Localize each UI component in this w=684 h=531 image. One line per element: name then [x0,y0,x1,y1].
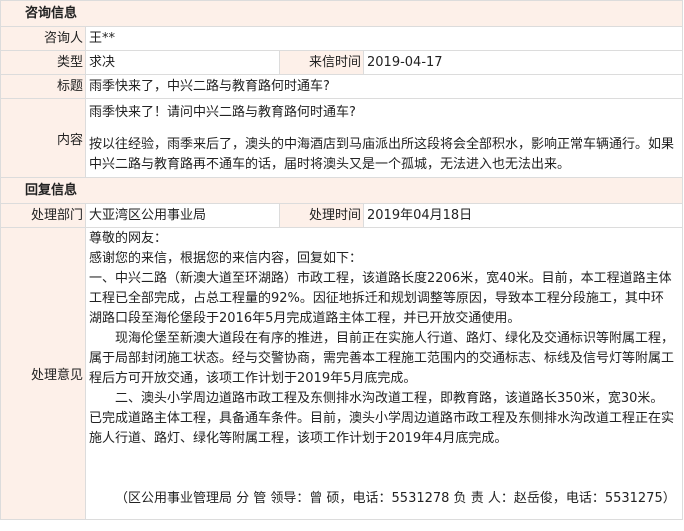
requester-value: 王** [86,27,683,50]
time-label: 处理时间 [280,204,364,227]
content-label: 内容 [1,99,86,177]
reply-paragraph-1: 一、中兴二路（新澳大道至环湖路）市政工程，该道路长度2206米，宽40米。目前，… [89,271,672,326]
reply-thanks: 感谢您的来信，根据您的来信内容，回复如下： [89,251,363,266]
content-row: 内容 雨季快来了！请问中兴二路与教育路何时通车? 按以往经验，雨季来后了，澳头的… [1,99,683,178]
inquiry-table: 咨询信息 咨询人 王** 类型 求决 来信时间 2019-04-17 标题 雨季… [0,0,683,520]
type-value: 求决 [86,51,280,74]
dept-value: 大亚湾区公用事业局 [86,204,280,227]
consult-section-title: 咨询信息 [1,1,683,26]
content-paragraph-2: 按以往经验，雨季来后了，澳头的中海酒店到马庙派出所这段将会全部积水，影响正常车辆… [89,137,675,172]
reply-section-header: 回复信息 [1,178,683,204]
type-label: 类型 [1,51,86,74]
time-value: 2019年04月18日 [364,204,683,227]
content-value: 雨季快来了！请问中兴二路与教育路何时通车? 按以往经验，雨季来后了，澳头的中海酒… [86,99,683,177]
title-row: 标题 雨季快来了，中兴二路与教育路何时通车? [1,75,683,99]
content-paragraph-1: 雨季快来了！请问中兴二路与教育路何时通车? [89,105,356,120]
reply-paragraph-3: 二、澳头小学周边道路市政工程及东侧排水沟改道工程，即教育路，该道路长350米，宽… [89,391,675,446]
title-value: 雨季快来了，中兴二路与教育路何时通车? [86,75,683,98]
date-label: 来信时间 [280,51,364,74]
reply-contact: （区公用事业管理局 分 管 领导：曾 硕，电话：5531278 负 责 人：赵岳… [115,491,676,506]
type-date-row: 类型 求决 来信时间 2019-04-17 [1,51,683,75]
opinion-row: 处理意见 尊敬的网友： 感谢您的来信，根据您的来信内容，回复如下： 一、中兴二路… [1,228,683,520]
requester-label: 咨询人 [1,27,86,50]
opinion-label: 处理意见 [1,228,86,519]
title-label: 标题 [1,75,86,98]
consult-section-header: 咨询信息 [1,1,683,27]
requester-row: 咨询人 王** [1,27,683,51]
date-value: 2019-04-17 [364,51,683,74]
reply-paragraph-2: 现海伦堡至新澳大道段在有序的推进，目前正在实施人行道、路灯、绿化及交通标识等附属… [89,331,675,386]
dept-label: 处理部门 [1,204,86,227]
dept-time-row: 处理部门 大亚湾区公用事业局 处理时间 2019年04月18日 [1,204,683,228]
reply-section-title: 回复信息 [1,178,683,203]
opinion-value: 尊敬的网友： 感谢您的来信，根据您的来信内容，回复如下： 一、中兴二路（新澳大道… [86,228,683,519]
reply-greeting: 尊敬的网友： [89,231,168,246]
